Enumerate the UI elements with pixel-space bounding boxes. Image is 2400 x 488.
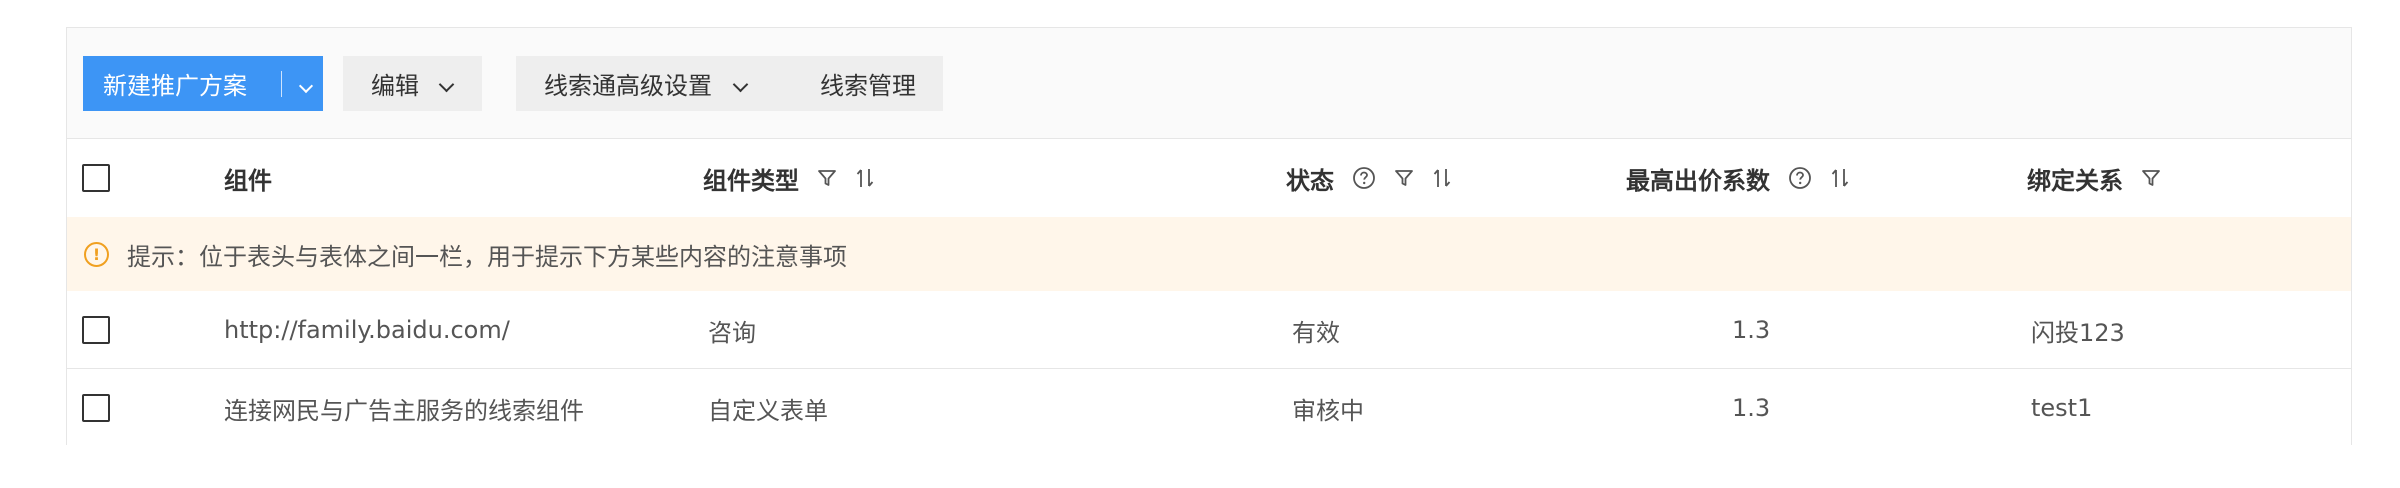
lead-management-label: 线索管理 (820, 72, 916, 100)
cell-status: 有效 (1292, 318, 1340, 347)
column-header-binding: 绑定关系 (2027, 139, 2161, 217)
column-label: 状态 (1286, 166, 1334, 195)
column-header-max-bid-coefficient: 最高出价系数 (1626, 139, 1850, 217)
warning-circle-icon: ! (84, 242, 109, 267)
advanced-settings-label: 线索通高级设置 (544, 72, 712, 100)
filter-icon[interactable] (2141, 168, 2161, 188)
row-checkbox[interactable] (82, 316, 110, 344)
cell-binding: test1 (2031, 394, 2093, 422)
table-hint-bar: ! 提示：位于表头与表体之间一栏，用于提示下方某些内容的注意事项 (67, 217, 2351, 291)
select-all-checkbox[interactable] (82, 164, 110, 192)
edit-dropdown-button[interactable]: 编辑 (343, 56, 482, 111)
advanced-settings-dropdown-button[interactable]: 线索通高级设置 (516, 56, 794, 111)
cell-component[interactable]: 连接网民与广告主服务的线索组件 (224, 369, 584, 447)
lead-management-button[interactable]: 线索管理 (793, 56, 943, 111)
column-header-status: 状态 (1286, 139, 1452, 217)
sort-icon[interactable] (855, 167, 875, 189)
help-circle-icon[interactable] (1352, 166, 1376, 190)
column-label: 最高出价系数 (1626, 166, 1770, 195)
cell-max-bid-coefficient: 1.3 (1732, 394, 1771, 422)
toolbar: 新建推广方案 编辑 线索通高级设置 线索管理 (67, 28, 2351, 139)
new-plan-button[interactable]: 新建推广方案 (83, 56, 323, 111)
cell-status: 审核中 (1292, 396, 1364, 425)
cell-max-bid-coefficient: 1.3 (1732, 316, 1771, 344)
new-plan-label: 新建推广方案 (103, 72, 247, 100)
column-header-component: 组件 (224, 139, 272, 217)
row-checkbox[interactable] (82, 394, 110, 422)
sort-icon[interactable] (1432, 167, 1452, 189)
edit-label: 编辑 (371, 72, 419, 100)
table-row: 连接网民与广告主服务的线索组件 自定义表单 审核中 1.3 test1 (67, 369, 2351, 447)
chevron-down-icon[interactable] (298, 78, 314, 94)
filter-icon[interactable] (1394, 168, 1414, 188)
table-header: 组件 组件类型 状态 最高出价系数 绑定关系 (67, 139, 2351, 217)
column-label: 组件类型 (703, 166, 799, 195)
column-label: 组件 (224, 166, 272, 195)
column-label: 绑定关系 (2027, 166, 2123, 195)
cell-component-type: 自定义表单 (708, 396, 828, 425)
lead-component-panel: 新建推广方案 编辑 线索通高级设置 线索管理 组件 组件类型 状态 最高出价系数… (66, 27, 2352, 447)
cell-component-type: 咨询 (708, 318, 756, 347)
column-header-component-type: 组件类型 (703, 139, 875, 217)
table-row: http://family.baidu.com/ 咨询 有效 1.3 闪投123 (67, 291, 2351, 369)
help-circle-icon[interactable] (1788, 166, 1812, 190)
filter-icon[interactable] (817, 168, 837, 188)
chevron-down-icon (732, 76, 749, 93)
hint-text: 提示：位于表头与表体之间一栏，用于提示下方某些内容的注意事项 (127, 242, 847, 271)
cell-binding: 闪投123 (2031, 318, 2125, 347)
sort-icon[interactable] (1830, 167, 1850, 189)
cell-component[interactable]: http://family.baidu.com/ (224, 291, 510, 369)
button-divider (281, 71, 282, 97)
chevron-down-icon (438, 76, 455, 93)
